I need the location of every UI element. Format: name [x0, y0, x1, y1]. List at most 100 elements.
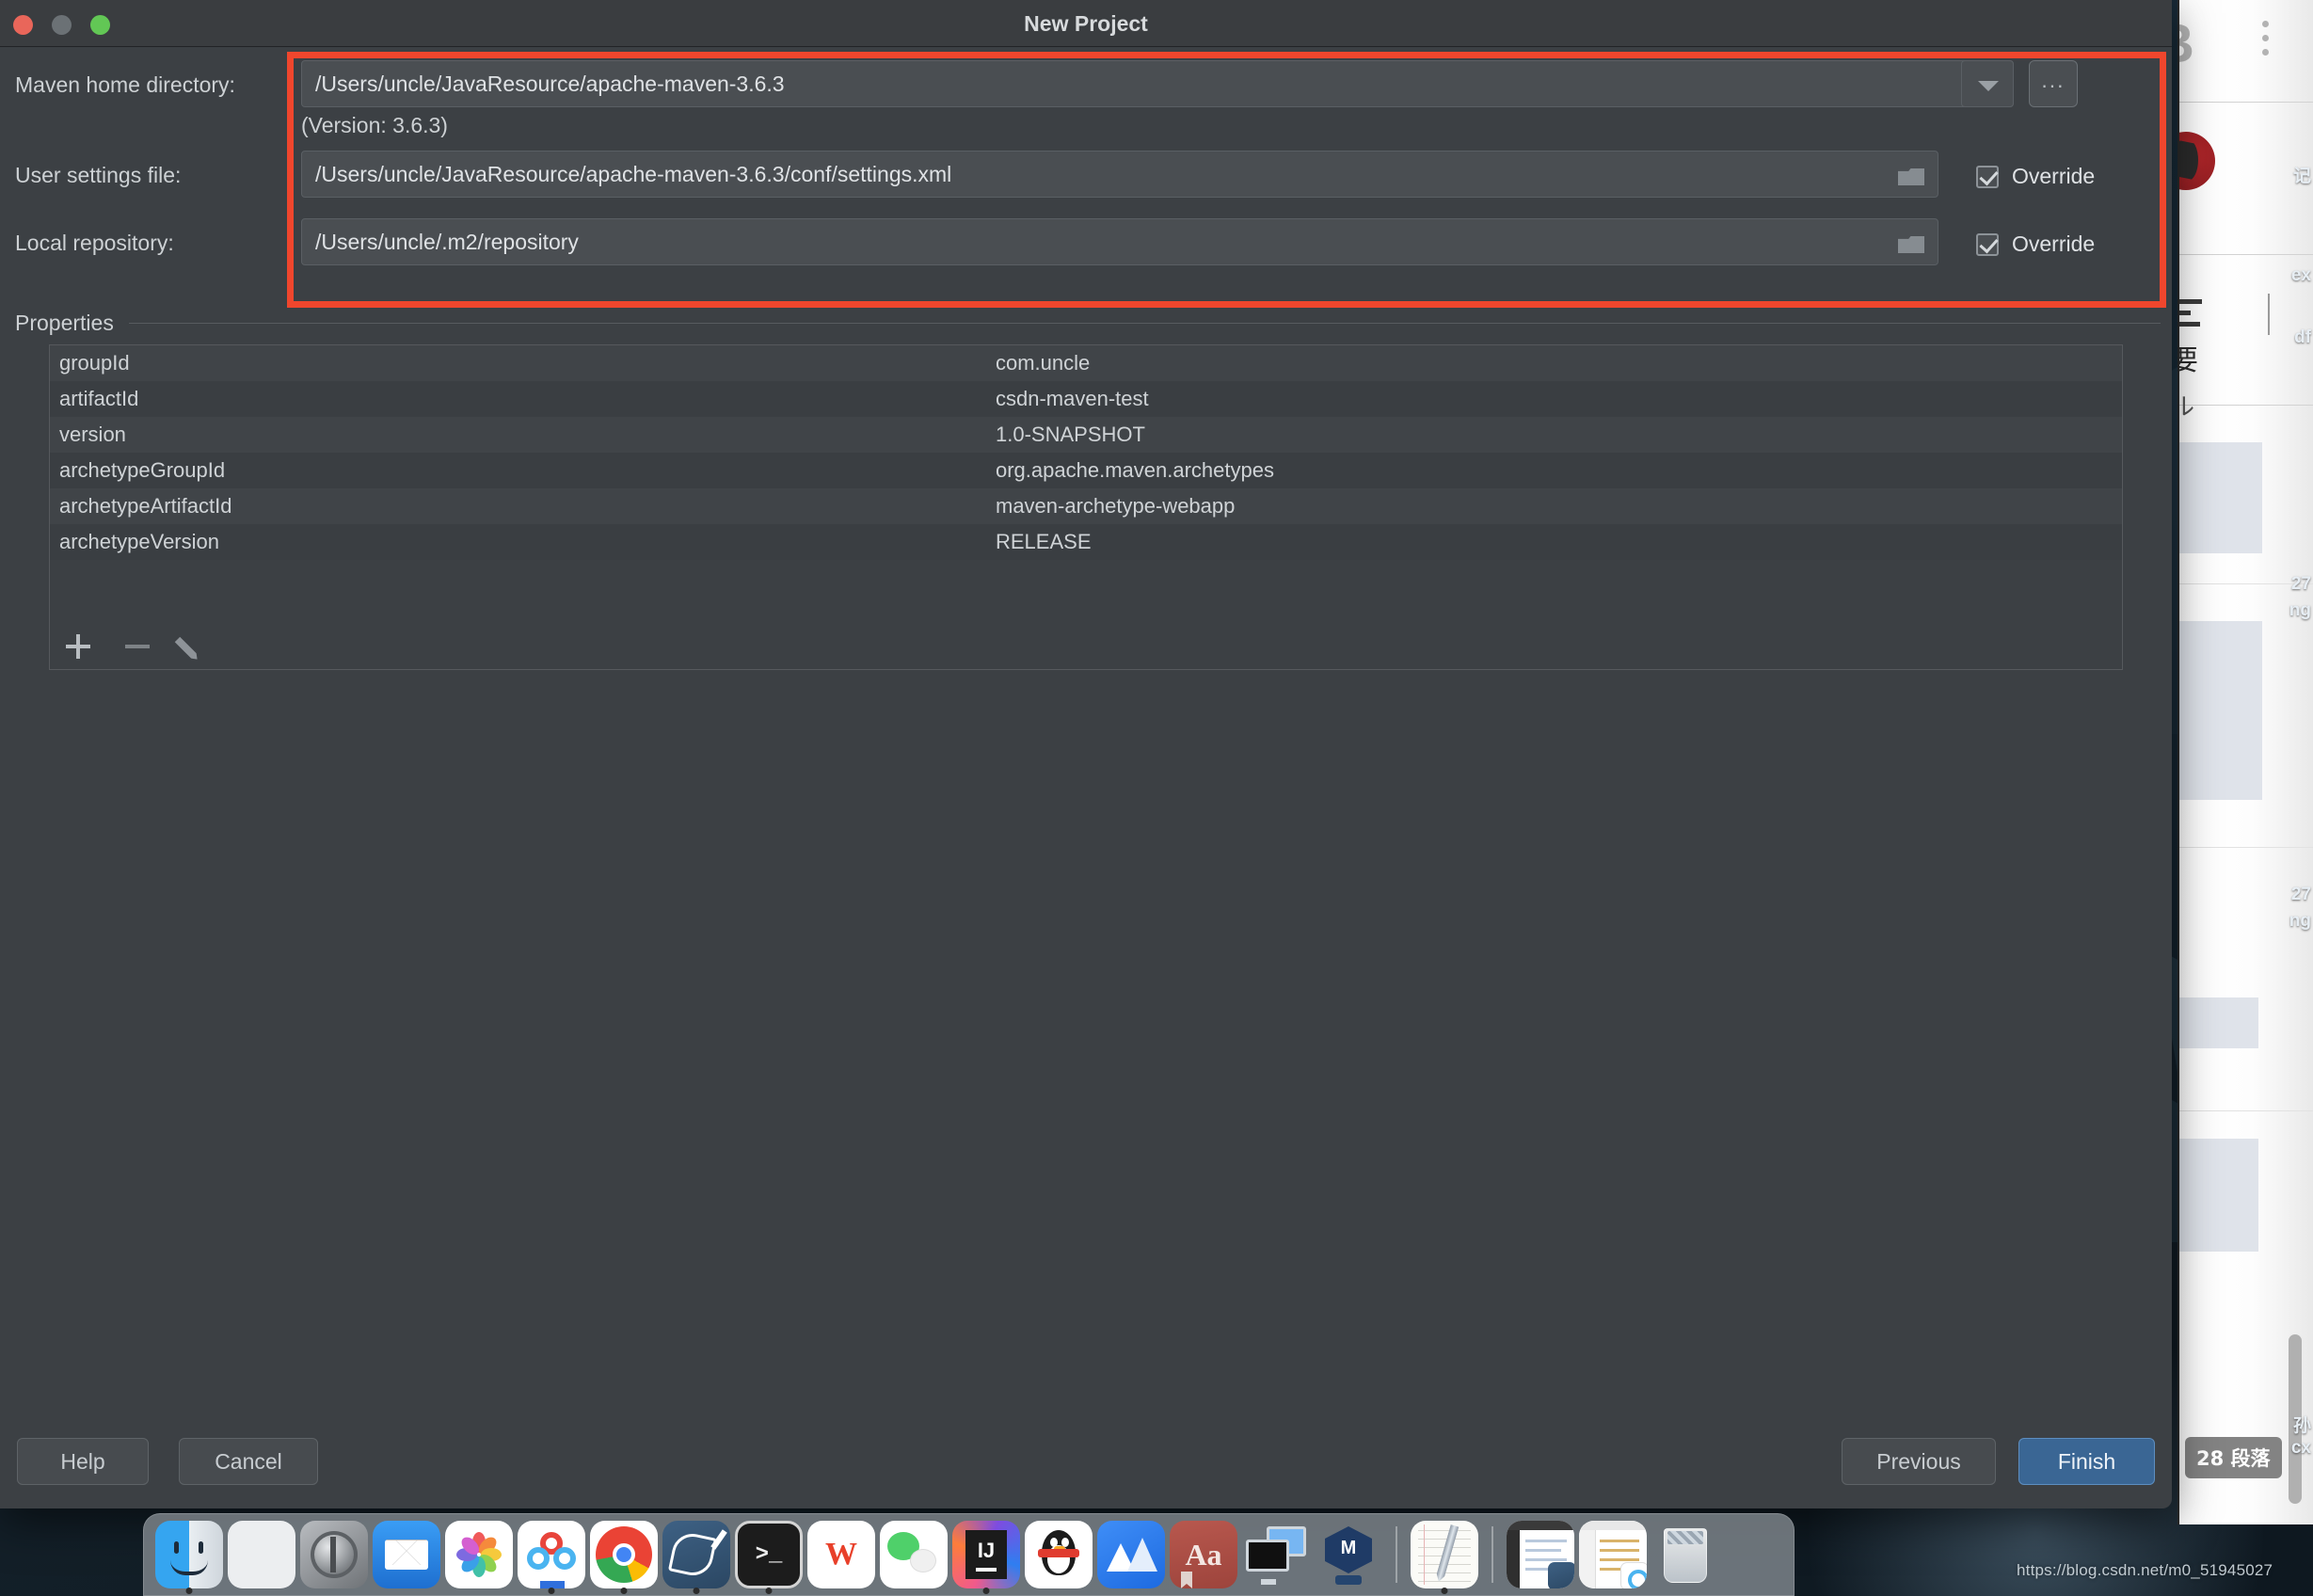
folder-icon[interactable] — [1898, 232, 1924, 253]
desktop-label: df — [2294, 327, 2311, 347]
new-project-dialog: New Project Maven home directory: /Users… — [0, 0, 2172, 1508]
wps-glyph: W — [807, 1521, 875, 1588]
dialog-title: New Project — [1024, 11, 1148, 36]
minus-icon[interactable] — [121, 630, 161, 662]
dock-item-wps-office[interactable]: W — [807, 1521, 875, 1588]
pencil-icon[interactable] — [180, 630, 219, 662]
dock-item-screen-sharing[interactable] — [1242, 1521, 1310, 1588]
running-indicator — [1441, 1588, 1448, 1594]
property-value: RELEASE — [996, 530, 1092, 553]
desktop-label: ng — [2289, 600, 2311, 620]
help-button[interactable]: Help — [17, 1438, 149, 1485]
divider — [2179, 102, 2313, 103]
dock-item-notes[interactable] — [1411, 1521, 1478, 1594]
paragraph-count-chip: 28 段落 — [2185, 1437, 2282, 1478]
property-value: csdn-maven-test — [996, 387, 1149, 410]
background-text-1: 要 — [2179, 337, 2198, 378]
content-block — [2179, 442, 2262, 553]
local-repository-input[interactable]: /Users/uncle/.m2/repository — [301, 218, 1938, 265]
dock-item-launchpad[interactable] — [228, 1521, 295, 1588]
maven-home-label: Maven home directory: — [15, 72, 235, 97]
macos-dock: >_ W IJ Aa — [143, 1513, 1795, 1596]
text-caret — [2268, 294, 2270, 335]
dock-item-minimized-window-finder[interactable] — [1579, 1521, 1647, 1588]
dock-item-finder[interactable] — [155, 1521, 223, 1594]
table-row[interactable]: archetypeVersion RELEASE — [50, 524, 2122, 560]
content-block — [2179, 621, 2262, 800]
dock-item-photos[interactable] — [445, 1521, 513, 1588]
maven-home-input[interactable]: /Users/uncle/JavaResource/apache-maven-3… — [301, 60, 2014, 107]
previous-button[interactable]: Previous — [1842, 1438, 1996, 1485]
checkbox-icon[interactable] — [1976, 165, 1999, 188]
local-repository-override[interactable]: Override — [1976, 231, 2095, 257]
avatar: B — [2179, 17, 2194, 72]
dock-item-mysql-workbench[interactable] — [662, 1521, 730, 1594]
background-application-panel[interactable]: B 要 ル 共) — [2177, 0, 2313, 1524]
desktop-label: 27 — [2290, 574, 2311, 594]
running-indicator — [185, 1588, 193, 1594]
dock-item-terminal[interactable]: >_ — [735, 1521, 803, 1594]
dock-item-mail[interactable] — [373, 1521, 440, 1588]
dialog-titlebar: New Project — [0, 0, 2172, 47]
table-row[interactable]: groupId com.uncle — [50, 345, 2122, 381]
running-indicator — [693, 1588, 700, 1594]
dock-item-google-chrome[interactable] — [590, 1521, 658, 1594]
local-repository-override-label: Override — [2012, 231, 2096, 256]
folder-icon[interactable] — [1898, 165, 1924, 185]
plus-icon[interactable] — [63, 630, 103, 662]
desktop-label: 孙 — [2292, 1416, 2311, 1436]
properties-table-empty-area[interactable] — [50, 560, 2122, 628]
table-row[interactable]: artifactId csdn-maven-test — [50, 381, 2122, 417]
property-key: archetypeGroupId — [59, 458, 226, 482]
dock-divider — [1491, 1526, 1493, 1583]
properties-table[interactable]: groupId com.uncle artifactId csdn-maven-tes… — [49, 344, 2123, 628]
property-value: org.apache.maven.archetypes — [996, 458, 1274, 482]
dock-item-minimized-window-mysql[interactable] — [1507, 1521, 1574, 1588]
dock-item-system-preferences[interactable] — [300, 1521, 368, 1588]
terminal-prompt-glyph: >_ — [735, 1521, 803, 1588]
desktop-label: ex — [2290, 265, 2311, 285]
idea-glyph: IJ — [977, 1538, 996, 1562]
checkbox-icon[interactable] — [1976, 232, 1999, 256]
desktop-label: cx — [2290, 1438, 2311, 1458]
text-lines-placeholder — [2179, 299, 2202, 327]
local-repository-row: Local repository: /Users/uncle/.m2/repos… — [0, 218, 2172, 277]
content-block — [2179, 998, 2258, 1048]
dock-item-virtualbox[interactable] — [1315, 1521, 1382, 1588]
dictionary-glyph: Aa — [1185, 1537, 1222, 1572]
divider — [2179, 1110, 2313, 1111]
more-options-icon[interactable] — [2262, 21, 2269, 56]
user-settings-override[interactable]: Override — [1976, 164, 2095, 189]
property-key: archetypeVersion — [59, 530, 219, 553]
divider — [2179, 847, 2313, 848]
user-settings-input[interactable]: /Users/uncle/JavaResource/apache-maven-3… — [301, 151, 1938, 198]
background-text-2: ル — [2179, 388, 2194, 423]
finish-button[interactable]: Finish — [2018, 1438, 2155, 1485]
content-block — [2179, 1139, 2258, 1252]
user-settings-value: /Users/uncle/JavaResource/apache-maven-3… — [315, 162, 952, 186]
cancel-button[interactable]: Cancel — [179, 1438, 318, 1485]
running-indicator — [765, 1588, 773, 1594]
maven-home-browse-button[interactable]: ... — [2029, 60, 2078, 107]
running-indicator — [982, 1588, 990, 1594]
table-row[interactable]: archetypeArtifactId maven-archetype-webap… — [50, 488, 2122, 524]
dock-item-qq[interactable] — [1025, 1521, 1093, 1588]
dock-item-dictionary[interactable]: Aa — [1170, 1521, 1237, 1588]
dock-item-mountain-app[interactable] — [1097, 1521, 1165, 1588]
dock-item-intellij-idea[interactable]: IJ — [952, 1521, 1020, 1594]
watermark-text: https://blog.csdn.net/m0_51945027 — [2017, 1561, 2273, 1579]
property-key: artifactId — [59, 387, 139, 410]
desktop-label: 27 — [2290, 885, 2311, 904]
table-row[interactable]: version 1.0-SNAPSHOT — [50, 417, 2122, 453]
property-value: com.uncle — [996, 351, 1091, 375]
dock-item-wechat[interactable] — [880, 1521, 948, 1588]
dock-item-trash[interactable] — [1651, 1521, 1719, 1588]
property-key: groupId — [59, 351, 130, 375]
maven-home-dropdown-button[interactable] — [1961, 60, 2014, 107]
divider — [2179, 254, 2313, 255]
app-thumbnail-icon — [2179, 132, 2215, 190]
table-row[interactable]: archetypeGroupId org.apache.maven.archety… — [50, 453, 2122, 488]
user-settings-row: User settings file: /Users/uncle/JavaRes… — [0, 151, 2172, 209]
running-indicator — [548, 1588, 555, 1594]
dock-item-baidu-netdisk[interactable] — [518, 1521, 585, 1594]
